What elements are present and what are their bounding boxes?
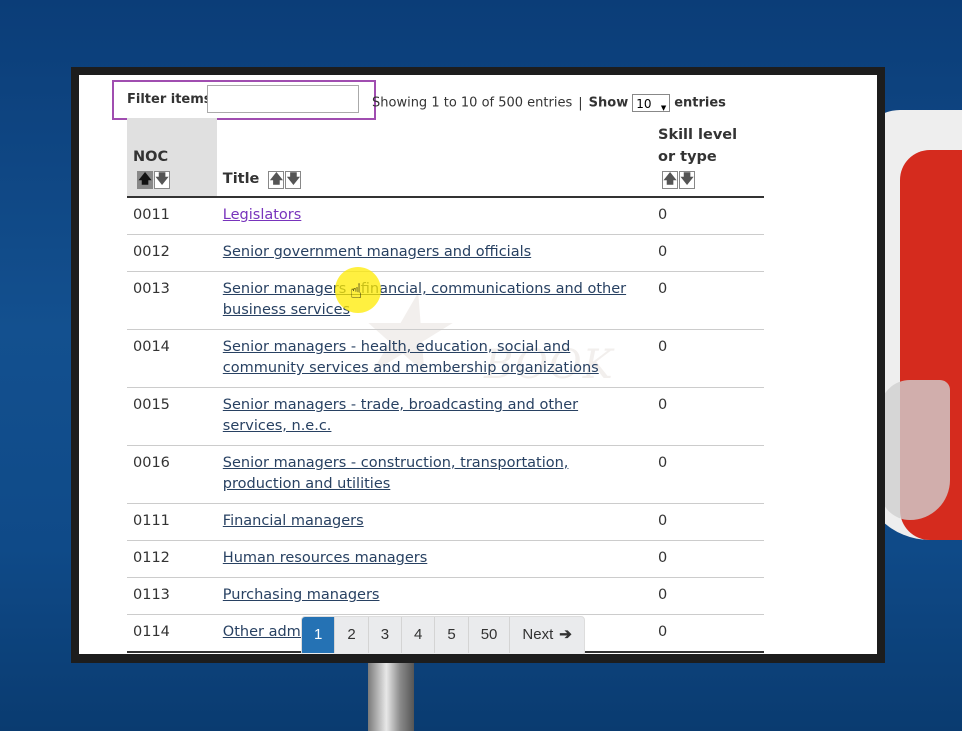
filter-input[interactable] [207, 85, 359, 113]
sort-desc-icon[interactable]: 🡇 [679, 171, 695, 189]
sort-controls: 🡅 🡇 [268, 168, 302, 190]
cell-noc: 0113 [127, 577, 217, 615]
table-row: 0013 Senior managers - financial, commun… [127, 271, 764, 330]
title-link[interactable]: Human resources managers [223, 550, 428, 566]
table-row: 0012 Senior government managers and offi… [127, 234, 764, 272]
cell-skill: 0 [652, 540, 764, 578]
separator: | [578, 95, 583, 111]
dropdown-arrow-icon: ▼ [660, 104, 667, 112]
cell-skill: 0 [652, 271, 764, 330]
entries-label: entries [674, 95, 726, 111]
showing-text: Showing 1 to 10 of 500 entries [372, 95, 573, 111]
page-button-1[interactable]: 1 [302, 617, 335, 653]
page-button-50[interactable]: 50 [467, 617, 510, 653]
arrow-right-icon: ➔ [559, 626, 572, 643]
title-link[interactable]: Senior managers - trade, broadcasting an… [223, 397, 578, 434]
table-row: 0014 Senior managers - health, education… [127, 329, 764, 388]
show-label: Show [588, 95, 629, 111]
table-row: 0015 Senior managers - trade, broadcasti… [127, 387, 764, 446]
sort-asc-icon[interactable]: 🡅 [137, 171, 153, 189]
cell-noc: 0114 [127, 614, 217, 653]
cell-noc: 0015 [127, 387, 217, 446]
cell-noc: 0013 [127, 271, 217, 330]
title-link[interactable]: Purchasing managers [223, 587, 380, 603]
page-button-3[interactable]: 3 [367, 617, 401, 653]
noc-table: NOC 🡅 🡇 Title 🡅 🡇 Skill level or type🡅 🡇 00… [127, 118, 764, 653]
flag-shadow [880, 380, 950, 520]
sort-asc-icon[interactable]: 🡅 [268, 171, 285, 189]
title-link[interactable]: Senior managers - financial, communicati… [223, 281, 626, 318]
cell-skill: 0 [652, 197, 764, 235]
cell-noc: 0111 [127, 503, 217, 541]
table-row: 0016 Senior managers - construction, tra… [127, 445, 764, 504]
entries-select[interactable]: 10 ▼ [632, 94, 671, 112]
cell-skill: 0 [652, 503, 764, 541]
content-panel: ★ BOOK Filter items Showing 1 to 10 of 50… [79, 75, 877, 654]
title-link[interactable]: Senior managers - health, education, soc… [223, 339, 599, 376]
cell-skill: 0 [652, 614, 764, 653]
cell-title: Legislators [216, 197, 652, 235]
table-info: Showing 1 to 10 of 500 entries | Show 10 ▼ en… [372, 94, 726, 112]
hand-cursor-icon: ☝ [350, 279, 363, 303]
column-header-noc[interactable]: NOC 🡅 🡇 [127, 118, 217, 198]
table-row: 0111 Financial managers 0 [127, 503, 764, 541]
sort-desc-icon[interactable]: 🡇 [154, 171, 170, 189]
cell-noc: 0014 [127, 329, 217, 388]
cell-title: Senior managers - health, education, soc… [216, 329, 652, 388]
cell-skill: 0 [652, 234, 764, 272]
cell-title: Senior government managers and officials [216, 234, 652, 272]
cell-skill: 0 [652, 329, 764, 388]
cell-title: Purchasing managers [216, 577, 652, 615]
cell-noc: 0011 [127, 197, 217, 235]
cell-title: Senior managers - trade, broadcasting an… [216, 387, 652, 446]
title-link[interactable]: Financial managers [223, 513, 364, 529]
next-page-button[interactable]: Next ➔ [509, 617, 583, 653]
page-button-4[interactable]: 4 [401, 617, 434, 653]
table-row: 0112 Human resources managers 0 [127, 540, 764, 578]
flag-pole [368, 660, 414, 731]
cell-noc: 0112 [127, 540, 217, 578]
cell-title: Human resources managers [216, 540, 652, 578]
title-link[interactable]: Legislators [223, 207, 302, 223]
cell-skill: 0 [652, 577, 764, 615]
column-header-title[interactable]: Title 🡅 🡇 [216, 118, 652, 198]
filter-label: Filter items [127, 92, 212, 107]
sort-controls: 🡅 🡇 [137, 168, 171, 190]
page-button-2[interactable]: 2 [334, 617, 367, 653]
table-header-row: NOC 🡅 🡇 Title 🡅 🡇 Skill level or type🡅 🡇 [127, 118, 764, 198]
sort-controls: 🡅 🡇 [662, 168, 696, 190]
pagination: 1 2 3 4 5 50 Next ➔ [301, 616, 585, 654]
cell-title: Senior managers - financial, communicati… [216, 271, 652, 330]
cell-skill: 0 [652, 445, 764, 504]
title-link[interactable]: Senior managers - construction, transpor… [223, 455, 569, 492]
page-button-5[interactable]: 5 [434, 617, 467, 653]
sort-asc-icon[interactable]: 🡅 [662, 171, 678, 189]
title-link[interactable]: Senior government managers and officials [223, 244, 531, 260]
table-row: 0113 Purchasing managers 0 [127, 577, 764, 615]
column-header-skill[interactable]: Skill level or type🡅 🡇 [652, 118, 764, 198]
cell-title: Financial managers [216, 503, 652, 541]
cell-noc: 0016 [127, 445, 217, 504]
sort-desc-icon[interactable]: 🡇 [285, 171, 302, 189]
table-row: 0011 Legislators 0 [127, 197, 764, 235]
cell-title: Senior managers - construction, transpor… [216, 445, 652, 504]
cell-noc: 0012 [127, 234, 217, 272]
cell-skill: 0 [652, 387, 764, 446]
